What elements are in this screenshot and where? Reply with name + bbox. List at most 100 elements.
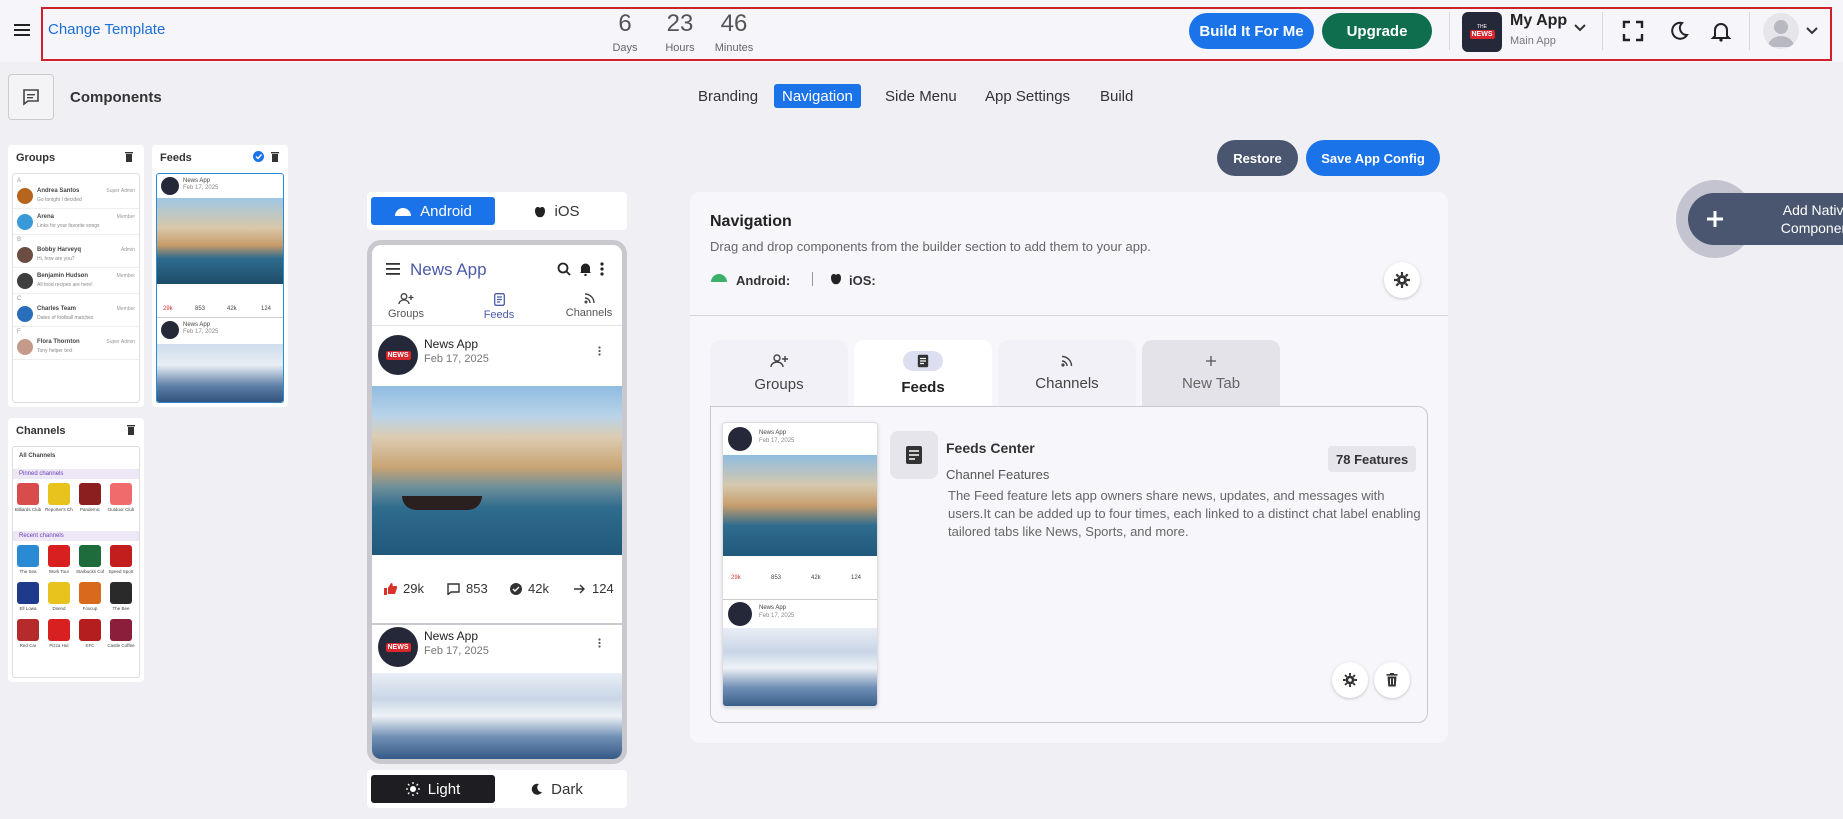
nav-tab-channels[interactable]: Channels (998, 340, 1136, 406)
phone-more-vert-icon[interactable] (600, 262, 604, 276)
tab-build[interactable]: Build (1092, 84, 1141, 108)
group-list-item: Flora Thornton Tony helper text Super Admi… (13, 336, 139, 360)
nav-tab-groups[interactable]: Groups (710, 340, 848, 406)
android-label: Android (420, 202, 472, 220)
tab-branding[interactable]: Branding (690, 84, 766, 108)
channel-name: Outdoor Club (107, 507, 135, 512)
shares-stat[interactable]: 124 (574, 581, 614, 596)
phone-search-icon[interactable] (557, 262, 571, 276)
app-switch-chevron-down-icon[interactable] (1574, 24, 1586, 32)
group-section-letter: C (17, 296, 22, 302)
nav-tab-feeds[interactable]: Feeds (854, 340, 992, 406)
countdown-hours-label: Hours (665, 42, 695, 54)
android-label: Android: (736, 273, 791, 288)
delete-trash-icon[interactable] (124, 151, 134, 162)
phone-nav-channels[interactable]: Channels (564, 293, 614, 319)
post-date: Feb 17, 2025 (424, 353, 489, 365)
nav-feeds-label: Feeds (483, 309, 515, 321)
channel-name: Starbucks Coffee (76, 569, 104, 574)
likes-stat[interactable]: 29k (384, 581, 424, 596)
preview-comments: 853 (771, 575, 782, 581)
hamburger-menu-icon[interactable] (12, 20, 32, 40)
channel-icon (48, 483, 70, 505)
thumbs-up-icon (384, 582, 397, 595)
countdown-minutes-label: Minutes (714, 42, 754, 54)
tab-side-menu[interactable]: Side Menu (877, 84, 965, 108)
group-role: Super Admin (106, 188, 135, 194)
delete-trash-icon[interactable] (126, 424, 136, 435)
feeds-panel-title: Feeds (160, 152, 192, 164)
build-it-for-me-button[interactable]: Build It For Me (1189, 13, 1314, 49)
moon-icon (531, 783, 543, 795)
channel-name: Dsend (52, 606, 66, 611)
light-theme-toggle[interactable]: Light (371, 775, 495, 803)
preview-shares: 124 (851, 575, 862, 581)
group-name: Flora Thornton (37, 339, 80, 345)
channel-icon (79, 582, 101, 604)
divider (372, 325, 622, 326)
mountain-clouds-image (157, 344, 283, 402)
phone-nav-groups[interactable]: Groups (386, 293, 426, 320)
add-native-component-button[interactable]: Add Native Component (1688, 193, 1843, 245)
save-app-config-button[interactable]: Save App Config (1306, 140, 1440, 176)
group-list-item: Charles Team Dates of football matches Mem… (13, 303, 139, 327)
navigation-settings-button[interactable] (1384, 262, 1420, 298)
channel-icon (79, 483, 101, 505)
nav-tab-feeds-label: Feeds (901, 378, 945, 396)
fullscreen-icon[interactable] (1622, 20, 1644, 42)
change-template-link[interactable]: Change Template (48, 21, 165, 38)
post-more-icon[interactable] (598, 346, 601, 356)
notification-bell-icon[interactable] (1710, 20, 1732, 42)
header-divider (1449, 12, 1450, 50)
group-list-item: Benjamin Hudson All food recipes are here… (13, 270, 139, 294)
channel-icon (17, 545, 39, 567)
app-logo[interactable]: THE NEWS (1462, 12, 1502, 52)
views-stat[interactable]: 42k (510, 581, 549, 596)
group-list-item: Bobby Harveyq Hi, how are you? Admin (13, 244, 139, 268)
mountain-clouds-image (723, 628, 877, 706)
tab-navigation[interactable]: Navigation (774, 84, 861, 108)
components-toggle-button[interactable] (8, 74, 54, 120)
delete-trash-icon[interactable] (270, 151, 280, 162)
groups-component-panel[interactable]: Groups A Andrea Santos Go tonight I decide… (8, 145, 144, 407)
post-more-icon[interactable] (598, 638, 601, 648)
preview-likes: 29k (731, 575, 741, 581)
group-name: Andrea Santos (37, 188, 80, 194)
phone-bell-icon[interactable] (579, 262, 592, 276)
tab-app-settings[interactable]: App Settings (977, 84, 1078, 108)
group-role: Member (116, 273, 135, 279)
upgrade-button[interactable]: Upgrade (1322, 13, 1432, 49)
divider (157, 317, 283, 318)
feature-delete-button[interactable] (1374, 662, 1410, 698)
dark-mode-moon-icon[interactable] (1667, 20, 1689, 42)
ios-label: iOS (554, 202, 580, 220)
trash-icon (1386, 673, 1398, 687)
gondola-shape (402, 496, 482, 510)
feature-settings-button[interactable] (1332, 662, 1368, 698)
feed-mini-name: News App (183, 178, 211, 184)
channel-name: Speed Sport (108, 569, 134, 574)
ios-toggle[interactable]: iOS (495, 197, 619, 225)
phone-nav-feeds[interactable]: Feeds (479, 293, 519, 321)
channel-icon (110, 619, 132, 641)
app-name[interactable]: My App (1510, 12, 1567, 30)
selected-check-icon (253, 151, 264, 162)
feed-mini-name: News App (183, 322, 211, 328)
views-count: 42k (528, 581, 549, 596)
apple-icon (830, 271, 842, 285)
group-avatar (17, 273, 33, 289)
nav-tab-new-tab[interactable]: New Tab (1142, 340, 1280, 406)
channels-component-panel[interactable]: Channels All Channels Pinned channels Bi… (8, 418, 144, 682)
android-toggle[interactable]: Android (371, 197, 495, 225)
restore-button[interactable]: Restore (1217, 140, 1298, 176)
user-avatar[interactable] (1763, 13, 1799, 49)
comments-stat[interactable]: 853 (447, 581, 488, 596)
divider (812, 272, 813, 286)
user-menu-chevron-down-icon[interactable] (1806, 27, 1818, 35)
likes-count: 29k (403, 581, 424, 596)
phone-menu-icon[interactable] (386, 263, 400, 275)
dark-theme-toggle[interactable]: Dark (495, 775, 619, 803)
app-subtitle: Main App (1510, 35, 1556, 47)
feeds-component-panel[interactable]: Feeds News App Feb 17, 2025 29k 853 42k … (152, 145, 288, 407)
divider (372, 623, 622, 625)
